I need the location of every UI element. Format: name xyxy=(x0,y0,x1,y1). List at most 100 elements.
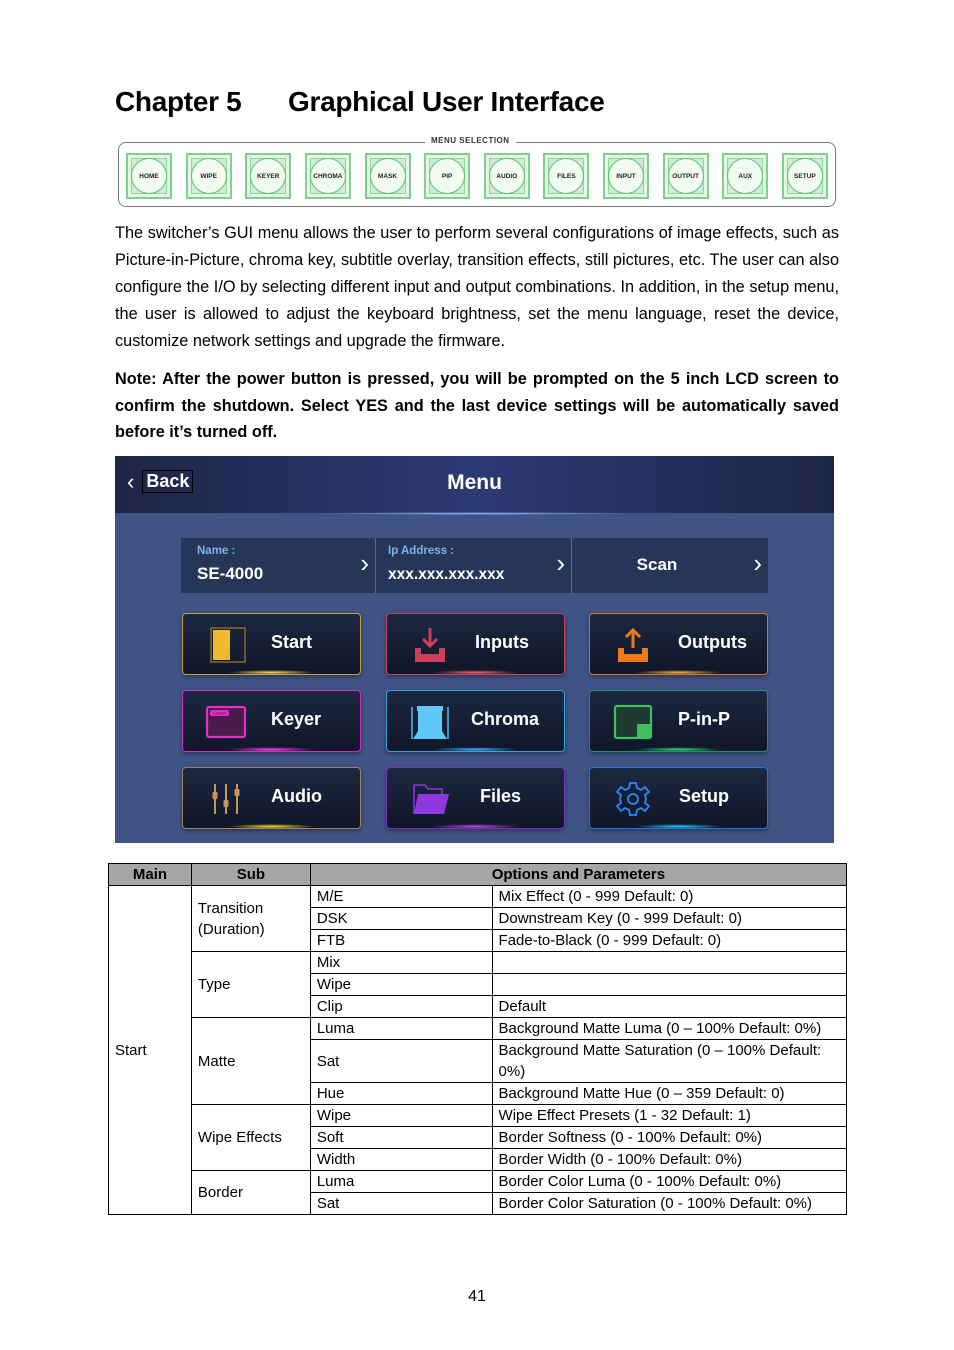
param-cell: Default xyxy=(491,995,848,1018)
sub-cell: Transition (Duration) xyxy=(190,885,311,952)
key-audio[interactable]: AUDIO xyxy=(483,153,530,199)
key-label: SETUP xyxy=(786,158,823,194)
folder-icon xyxy=(413,784,449,814)
tile-label: P-in-P xyxy=(678,709,730,729)
chapter-name: Graphical User Interface xyxy=(288,86,605,117)
option-cell: Luma xyxy=(309,1017,493,1040)
key-files[interactable]: FILES xyxy=(543,153,590,199)
option-cell: Mix xyxy=(309,951,493,974)
tile-inputs[interactable]: Inputs xyxy=(386,613,565,675)
key-wipe[interactable]: WIPE xyxy=(185,153,232,199)
option-cell: Sat xyxy=(309,1039,493,1083)
key-label: INPUT xyxy=(608,158,644,194)
download-icon xyxy=(415,628,445,662)
key-keyer[interactable]: KEYER xyxy=(245,153,292,199)
key-label: AUDIO xyxy=(488,158,525,194)
option-cell: Width xyxy=(309,1148,493,1171)
key-label: PIP xyxy=(429,158,466,194)
key-pip[interactable]: PIP xyxy=(424,153,471,199)
key-label: OUTPUT xyxy=(667,158,704,194)
tile-setup[interactable]: Setup xyxy=(589,767,768,829)
tile-label: Files xyxy=(480,786,522,806)
gui-title: Menu xyxy=(447,471,502,494)
name-label: Name : xyxy=(197,545,236,557)
chevron-right-icon: › xyxy=(753,548,762,578)
table-row: Start Transition (Duration) M/E Mix Effe… xyxy=(108,885,848,1215)
key-home[interactable]: HOME xyxy=(126,153,172,199)
name-value: SE-4000 xyxy=(197,564,264,583)
main-cell: Start xyxy=(108,885,192,1215)
chroma-backdrop-icon xyxy=(411,706,449,739)
key-chroma[interactable]: CHROMA xyxy=(304,153,351,199)
device-name-field[interactable]: Name : SE-4000 › xyxy=(181,538,376,593)
param-cell: Fade-to-Black (0 - 999 Default: 0) xyxy=(491,929,848,952)
param-cell: Downstream Key (0 - 999 Default: 0) xyxy=(491,907,848,930)
gear-icon xyxy=(615,782,651,816)
header-main: Main xyxy=(108,863,192,886)
tile-label: Setup xyxy=(679,786,730,806)
tile-files[interactable]: Files xyxy=(386,767,565,829)
gui-menu-screenshot: ‹ Back Menu Name : SE-4000 › Ip Address … xyxy=(115,456,834,843)
tile-audio[interactable]: Audio xyxy=(182,767,361,829)
ip-value: xxx.xxx.xxx.xxx xyxy=(388,566,505,583)
key-label: AUX xyxy=(727,158,764,194)
page-number: 41 xyxy=(468,1288,486,1305)
key-aux[interactable]: AUX xyxy=(722,153,769,199)
table-row: Border Luma Border Color Luma (0 - 100% … xyxy=(109,1170,848,1215)
tile-label: Chroma xyxy=(471,709,540,729)
chapter-title: Chapter 5 Graphical User Interface xyxy=(115,86,605,118)
key-output[interactable]: OUTPUT xyxy=(662,153,709,199)
option-cell: Soft xyxy=(309,1126,493,1149)
start-parameters-table: Main Sub Options and Parameters Start Tr… xyxy=(108,863,848,1215)
ip-address-field[interactable]: Ip Address : xxx.xxx.xxx.xxx › xyxy=(376,538,572,593)
tile-pip[interactable]: P-in-P xyxy=(589,690,768,752)
tile-label: Audio xyxy=(271,786,322,806)
key-label: KEYER xyxy=(250,158,287,194)
tile-start[interactable]: Start xyxy=(182,613,361,675)
option-cell: Sat xyxy=(309,1192,493,1215)
option-cell: Wipe xyxy=(309,973,493,996)
param-cell xyxy=(491,951,848,974)
device-info-bar: Name : SE-4000 › Ip Address : xxx.xxx.xx… xyxy=(181,538,768,593)
param-cell: Background Matte Luma (0 – 100% Default:… xyxy=(491,1017,848,1040)
scan-button[interactable]: Scan › xyxy=(572,538,768,593)
shutdown-note: Note: After the power button is pressed,… xyxy=(115,370,839,441)
menu-selection-panel: MENU SELECTION HOME WIPE KEYER CHROMA MA… xyxy=(118,136,836,207)
menu-selection-keys: HOME WIPE KEYER CHROMA MASK PIP AUDIO FI… xyxy=(126,153,828,199)
sub-cell: Type xyxy=(190,951,311,1018)
option-cell: Wipe xyxy=(309,1104,493,1127)
param-cell: Border Width (0 - 100% Default: 0%) xyxy=(491,1148,848,1171)
sub-cell: Border xyxy=(190,1170,311,1215)
key-mask[interactable]: MASK xyxy=(364,153,411,199)
param-cell: Border Color Saturation (0 - 100% Defaul… xyxy=(491,1192,848,1215)
ip-label: Ip Address : xyxy=(388,545,455,557)
tile-keyer[interactable]: LOGO Keyer xyxy=(182,690,361,752)
table-row: Matte Luma Background Matte Luma (0 – 10… xyxy=(109,1017,848,1105)
param-cell: Background Matte Hue (0 – 359 Default: 0… xyxy=(491,1082,848,1105)
option-cell: FTB xyxy=(309,929,493,952)
option-cell: Hue xyxy=(309,1082,493,1105)
audio-faders-icon xyxy=(212,784,240,814)
tile-label: Outputs xyxy=(678,632,747,652)
param-cell: Wipe Effect Presets (1 - 32 Default: 1) xyxy=(491,1104,848,1127)
header-options: Options and Parameters xyxy=(309,863,848,886)
intro-paragraph: The switcher’s GUI menu allows the user … xyxy=(115,224,839,350)
key-setup[interactable]: SETUP xyxy=(781,153,828,199)
tile-chroma[interactable]: Chroma xyxy=(386,690,565,752)
start-icon xyxy=(210,627,246,663)
pip-icon xyxy=(613,704,653,740)
tile-outputs[interactable]: Outputs xyxy=(589,613,768,675)
key-label: HOME xyxy=(131,158,167,194)
key-input[interactable]: INPUT xyxy=(603,153,649,199)
menu-selection-label: MENU SELECTION xyxy=(425,136,516,145)
option-cell: Clip xyxy=(309,995,493,1018)
chevron-right-icon: › xyxy=(556,548,565,578)
key-label: MASK xyxy=(369,158,406,194)
option-cell: Luma xyxy=(309,1170,493,1193)
keyer-logo-icon: LOGO xyxy=(205,705,247,739)
param-cell: Mix Effect (0 - 999 Default: 0) xyxy=(491,885,848,908)
chevron-right-icon: › xyxy=(360,548,369,578)
sub-cell: Wipe Effects xyxy=(190,1104,311,1171)
param-cell: Background Matte Saturation (0 – 100% De… xyxy=(491,1039,848,1083)
chapter-number: Chapter 5 xyxy=(115,86,242,117)
